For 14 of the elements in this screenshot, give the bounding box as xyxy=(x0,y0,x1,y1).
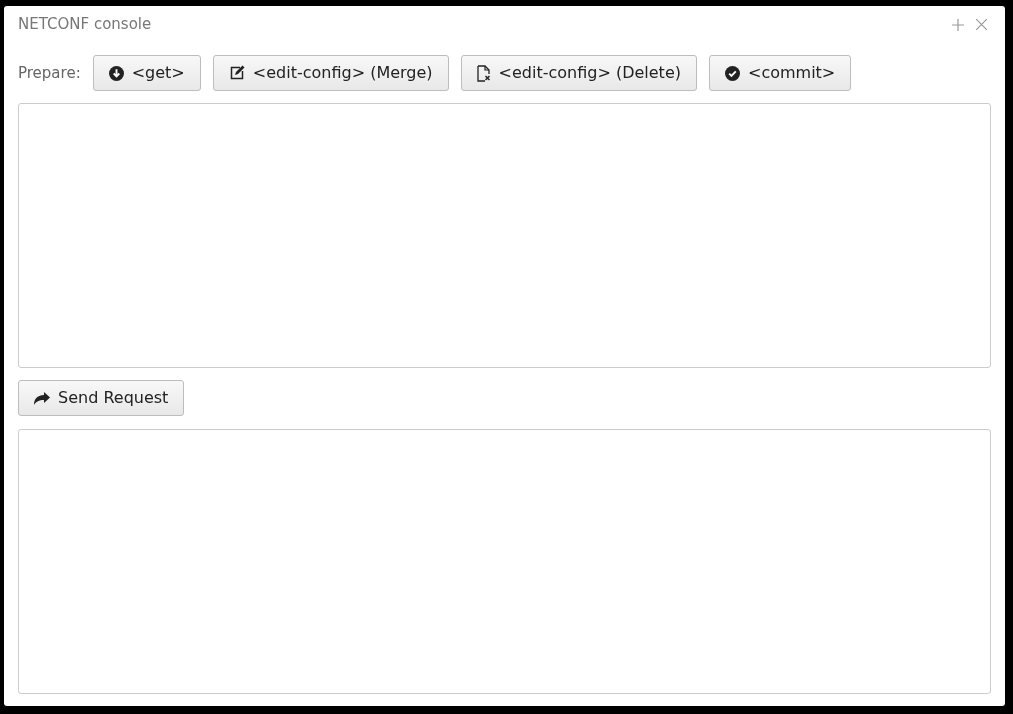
window-title: NETCONF console xyxy=(18,14,152,36)
share-arrow-icon xyxy=(34,391,50,405)
close-icon[interactable] xyxy=(976,19,987,30)
file-remove-icon xyxy=(476,64,491,82)
check-circle-icon xyxy=(724,65,740,81)
prepare-button[interactable]: <get> xyxy=(92,55,201,91)
plus-icon[interactable] xyxy=(952,18,964,31)
prepare-button[interactable]: <commit> xyxy=(708,55,852,91)
prepare-label: Prepare: xyxy=(18,62,81,84)
prepare-button[interactable]: <edit-config> (Merge) xyxy=(212,55,449,91)
download-circle-icon xyxy=(108,65,124,81)
send-request-button[interactable]: Send Request xyxy=(18,380,185,416)
prepare-button[interactable]: <edit-config> (Delete) xyxy=(460,55,697,91)
edit-icon xyxy=(228,65,245,81)
